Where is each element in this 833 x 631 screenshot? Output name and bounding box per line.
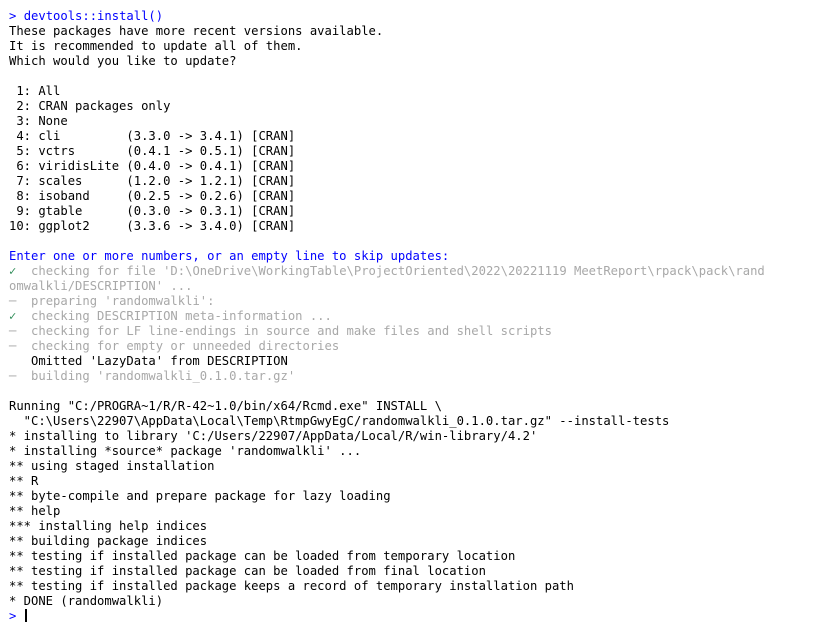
install-byte-compile: ** byte-compile and prepare package for … [9, 489, 391, 503]
build-step-building: ─ building 'randomwalkli_0.1.0.tar.gz' [9, 369, 833, 384]
install-test-record-path: ** testing if installed package keeps a … [9, 579, 574, 593]
install-running-cmd: Running "C:/PROGRA~1/R/R-42~1.0/bin/x64/… [9, 399, 442, 413]
update-option-ggplot2: 10: ggplot2 (3.3.6 -> 3.4.0) [CRAN] [9, 219, 296, 233]
input-line[interactable]: > [9, 609, 833, 624]
install-package-indices: ** building package indices [9, 534, 208, 548]
prompt-symbol: > [9, 609, 24, 623]
install-r: ** R [9, 474, 39, 488]
build-step-omitted-lazydata: Omitted 'LazyData' from DESCRIPTION [9, 354, 288, 368]
update-option-vctrs: 5: vctrs (0.4.1 -> 0.5.1) [CRAN] [9, 144, 296, 158]
build-step-preparing: ─ preparing 'randomwalkli': [9, 294, 833, 309]
build-step-check-file: ✓ checking for file 'D:\OneDrive\Working… [9, 264, 833, 279]
build-step-empty-dirs: ─ checking for empty or unneeded directo… [9, 339, 833, 354]
build-step-check-file-continued: omwalkli/DESCRIPTION' ... [9, 279, 193, 293]
install-done: * DONE (randomwalkli) [9, 594, 164, 608]
intro-line-3: Which would you like to update? [9, 54, 237, 68]
update-option-gtable: 9: gtable (0.3.0 -> 0.3.1) [CRAN] [9, 204, 296, 218]
build-step-text: preparing 'randomwalkli': [16, 294, 215, 308]
build-step-text: checking for LF line-endings in source a… [16, 324, 552, 338]
text-cursor [24, 609, 27, 622]
prompt-symbol: > [9, 9, 24, 23]
build-step-text: checking DESCRIPTION meta-information ..… [16, 309, 332, 323]
update-option-viridislite: 6: viridisLite (0.4.0 -> 0.4.1) [CRAN] [9, 159, 296, 173]
enter-numbers-prompt: Enter one or more numbers, or an empty l… [9, 249, 450, 263]
install-library-path: * installing to library 'C:/Users/22907/… [9, 429, 538, 443]
update-option-all: 1: All [9, 84, 61, 98]
install-staged: ** using staged installation [9, 459, 215, 473]
install-tarball-path: "C:\Users\22907\AppData\Local\Temp\RtmpG… [9, 414, 670, 428]
install-test-final-location: ** testing if installed package can be l… [9, 564, 486, 578]
install-help-indices: *** installing help indices [9, 519, 208, 533]
update-option-none: 3: None [9, 114, 68, 128]
update-option-cran: 2: CRAN packages only [9, 99, 171, 113]
update-option-scales: 7: scales (1.2.0 -> 1.2.1) [CRAN] [9, 174, 296, 188]
update-option-cli: 4: cli (3.3.0 -> 3.4.1) [CRAN] [9, 129, 296, 143]
intro-line-2: It is recommended to update all of them. [9, 39, 303, 53]
command-text: devtools::install() [23, 9, 164, 23]
build-step-description: ✓ checking DESCRIPTION meta-information … [9, 309, 833, 324]
install-source-package: * installing *source* package 'randomwal… [9, 444, 362, 458]
intro-line-1: These packages have more recent versions… [9, 24, 384, 38]
install-help: ** help [9, 504, 61, 518]
build-step-text: building 'randomwalkli_0.1.0.tar.gz' [16, 369, 296, 383]
build-step-text: checking for empty or unneeded directori… [16, 339, 340, 353]
install-test-temp-location: ** testing if installed package can be l… [9, 549, 516, 563]
command-line: > devtools::install() [9, 9, 833, 24]
build-step-line-endings: ─ checking for LF line-endings in source… [9, 324, 833, 339]
update-option-isoband: 8: isoband (0.2.5 -> 0.2.6) [CRAN] [9, 189, 296, 203]
r-console[interactable]: > devtools::install() These packages hav… [0, 0, 833, 631]
build-step-text: checking for file 'D:\OneDrive\WorkingTa… [16, 264, 765, 278]
